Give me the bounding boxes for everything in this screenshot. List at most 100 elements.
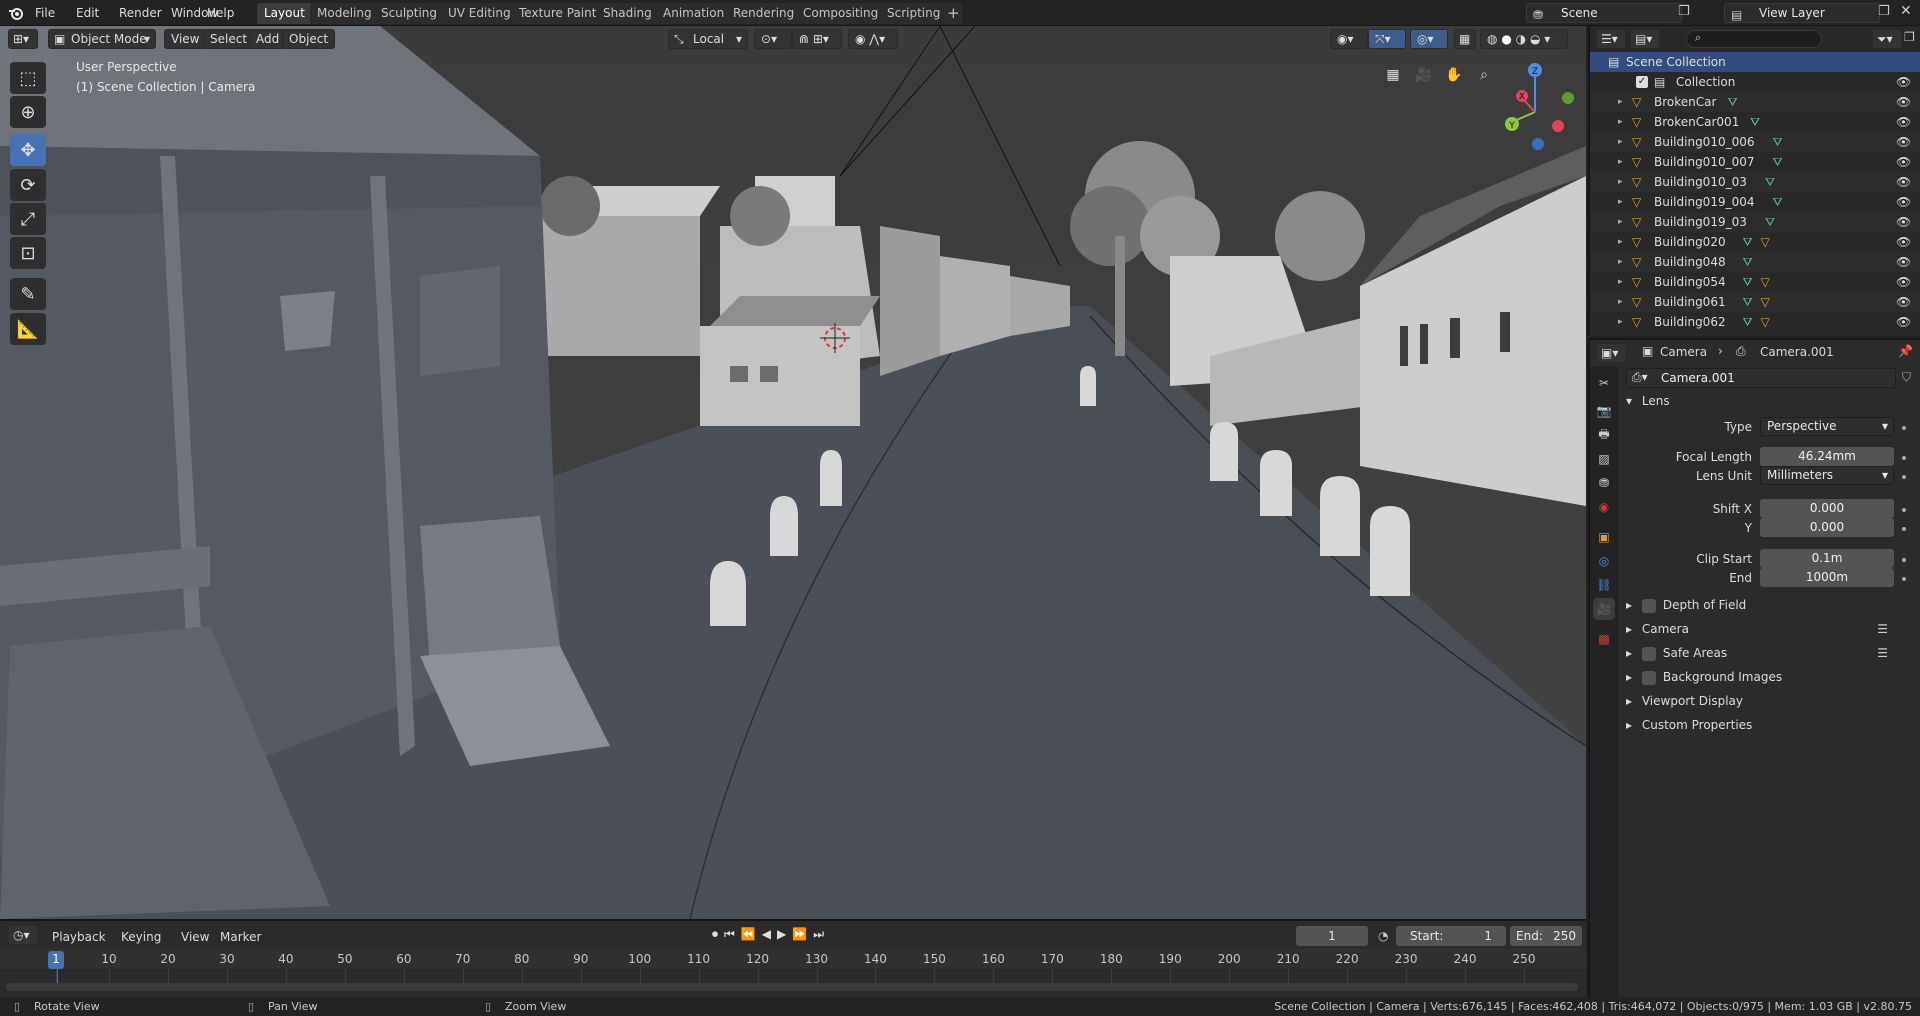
add-workspace-button[interactable]: + — [942, 3, 962, 24]
fake-user-icon[interactable]: ⛉ — [1902, 370, 1911, 385]
tab-rendering[interactable]: Rendering — [726, 3, 802, 24]
outliner-row-object[interactable]: ▸ ▽ BrokenCar001 ⛛ 👁 — [1590, 112, 1920, 132]
menu-edit[interactable]: Edit — [71, 4, 104, 22]
solid-shading-icon[interactable]: ● — [1501, 32, 1511, 46]
background-images-panel[interactable]: ▸ Background Images — [1626, 666, 1916, 688]
eye-icon[interactable]: 👁 — [1896, 92, 1911, 112]
texture-tab[interactable]: ▩ — [1593, 628, 1615, 650]
outliner-row-object[interactable]: ▸ ▽ Building020 ⛛ ▽ 👁 — [1590, 232, 1920, 252]
expand-icon[interactable]: ▸ — [1618, 92, 1623, 112]
shift-x-field[interactable]: 0.000 — [1760, 499, 1894, 518]
custom-properties-panel[interactable]: ▸ Custom Properties — [1626, 714, 1916, 736]
keying-menu[interactable]: Keying — [121, 927, 161, 947]
jump-keyframe-back-icon[interactable]: ⏪ — [741, 927, 756, 947]
depth-of-field-panel[interactable]: ▸ Depth of Field — [1626, 594, 1916, 616]
eye-icon[interactable]: 👁 — [1896, 72, 1911, 92]
constraints-tab[interactable]: ⛓ — [1593, 574, 1615, 596]
overlay-toggle-button[interactable]: ◎▾ — [1410, 29, 1448, 49]
safe-areas-panel[interactable]: ▸ Safe Areas ☰ — [1626, 642, 1916, 664]
outliner-row-object[interactable]: ▸ ▽ Building061 ⛛ ▽ 👁 — [1590, 292, 1920, 312]
scale-tool[interactable]: ⤢ — [10, 203, 46, 235]
object-tab[interactable]: ▣ — [1593, 526, 1615, 548]
eye-icon[interactable]: 👁 — [1896, 192, 1911, 212]
expand-icon[interactable]: ▸ — [1618, 132, 1623, 152]
shading-mode-buttons[interactable]: ◍ ● ◑ ◒ ▾ — [1480, 29, 1568, 49]
wireframe-shading-icon[interactable]: ◍ — [1487, 32, 1497, 46]
camera-view-button[interactable]: 🎥 — [1411, 62, 1437, 88]
rendered-shading-icon[interactable]: ◒ — [1530, 32, 1540, 46]
select-menu[interactable]: Select — [203, 29, 255, 49]
editor-type-button[interactable]: ⊞▾ — [8, 29, 38, 49]
cursor-tool[interactable]: ⊕ — [10, 96, 46, 128]
animate-dot[interactable] — [1902, 508, 1906, 512]
focal-length-field[interactable]: 46.24mm — [1760, 447, 1894, 466]
pin-icon[interactable]: 📌 — [1898, 344, 1913, 358]
add-menu[interactable]: Add — [249, 29, 287, 49]
tool-tab[interactable]: ✂ — [1593, 372, 1615, 394]
eye-icon[interactable]: 👁 — [1896, 272, 1911, 292]
scene-tab[interactable]: ⛃ — [1593, 472, 1615, 494]
physics-tab[interactable]: ◎ — [1593, 550, 1615, 572]
eye-icon[interactable]: 👁 — [1896, 312, 1911, 332]
outliner-row-object[interactable]: ▸ ▽ Building054 ⛛ ▽ 👁 — [1590, 272, 1920, 292]
depth-of-field-checkbox[interactable] — [1641, 598, 1656, 613]
clip-end-field[interactable]: 1000m — [1760, 568, 1894, 587]
select-box-tool[interactable]: ⬚ — [10, 62, 46, 94]
outliner-row-object[interactable]: ▸ ▽ Building062 ⛛ ▽ 👁 — [1590, 312, 1920, 332]
move-tool[interactable]: ✥ — [10, 134, 46, 166]
remove-view-layer-icon[interactable]: ✕ — [1900, 3, 1912, 19]
transform-orientation-selector[interactable]: ⤡ Local ▾ — [668, 29, 748, 49]
tab-modeling[interactable]: Modeling — [310, 3, 379, 24]
eye-icon[interactable]: 👁 — [1896, 292, 1911, 312]
outliner-search-input[interactable]: ⌕ — [1686, 30, 1822, 48]
eye-icon[interactable]: 👁 — [1896, 252, 1911, 272]
3d-viewport[interactable]: ⊞▾ ▣ Object Mode ▾ View Select Add Objec… — [0, 26, 1586, 919]
play-icon[interactable]: ▶ — [777, 927, 786, 947]
eye-icon[interactable]: 👁 — [1896, 132, 1911, 152]
expand-icon[interactable]: ▸ — [1618, 252, 1623, 272]
outliner-row-object[interactable]: ▸ ▽ Building019_03 ⛛ 👁 — [1590, 212, 1920, 232]
outliner-editor-type-button[interactable]: ☰▾ — [1596, 29, 1626, 49]
collection-checkbox[interactable]: ✓ — [1636, 76, 1648, 88]
outliner-row-collection[interactable]: ✓ ▤ Collection 👁 — [1590, 72, 1920, 92]
toggle-camera-view-button[interactable]: ▦ — [1380, 62, 1406, 88]
menu-render[interactable]: Render — [114, 4, 167, 22]
eye-icon[interactable]: 👁 — [1896, 232, 1911, 252]
tab-scripting[interactable]: Scripting — [880, 3, 948, 24]
expand-icon[interactable]: ▸ — [1618, 212, 1623, 232]
menu-help[interactable]: Help — [202, 4, 239, 22]
animate-dot[interactable] — [1902, 475, 1906, 479]
outliner-row-object[interactable]: ▸ ▽ Building010_007 ⛛ 👁 — [1590, 152, 1920, 172]
view-layer-tab[interactable]: ▨ — [1593, 448, 1615, 470]
visibility-button[interactable]: ◉▾ — [1330, 29, 1368, 49]
eye-icon[interactable]: 👁 — [1896, 212, 1911, 232]
jump-start-icon[interactable]: ⏮ — [724, 927, 735, 947]
view-layer-selector[interactable]: ▤ View Layer — [1724, 3, 1880, 23]
animate-dot[interactable] — [1902, 558, 1906, 562]
menu-file[interactable]: File — [30, 4, 60, 22]
camera-data-tab[interactable]: 🎥 — [1593, 598, 1615, 620]
lens-panel-header[interactable]: ▾ Lens — [1626, 390, 1916, 412]
eye-icon[interactable]: 👁 — [1896, 112, 1911, 132]
expand-icon[interactable]: ▸ — [1618, 312, 1623, 332]
xray-button[interactable]: ▦ — [1454, 29, 1476, 49]
lens-type-select[interactable]: Perspective ▾ — [1760, 417, 1894, 436]
outliner-row-object[interactable]: ▸ ▽ Building010_006 ⛛ 👁 — [1590, 132, 1920, 152]
lens-unit-select[interactable]: Millimeters ▾ — [1760, 466, 1894, 485]
mode-selector[interactable]: ▣ Object Mode ▾ — [48, 29, 156, 49]
safe-areas-checkbox[interactable] — [1641, 646, 1656, 661]
rotate-tool[interactable]: ⟳ — [10, 169, 46, 201]
timeline-view-menu[interactable]: View — [181, 927, 209, 947]
output-tab[interactable]: 🖶 — [1593, 424, 1615, 446]
expand-icon[interactable]: ▸ — [1618, 152, 1623, 172]
background-images-checkbox[interactable] — [1641, 670, 1656, 685]
expand-icon[interactable]: ▸ — [1618, 112, 1623, 132]
animate-dot[interactable] — [1902, 577, 1906, 581]
expand-icon[interactable]: ▸ — [1618, 172, 1623, 192]
expand-icon[interactable]: ▸ — [1618, 192, 1623, 212]
properties-editor-type-button[interactable]: ▣▾ — [1596, 343, 1626, 363]
marker-menu[interactable]: Marker — [220, 927, 261, 947]
play-reverse-icon[interactable]: ◀ — [762, 927, 771, 947]
viewport-display-panel[interactable]: ▸ Viewport Display — [1626, 690, 1916, 712]
expand-icon[interactable]: ▸ — [1618, 272, 1623, 292]
